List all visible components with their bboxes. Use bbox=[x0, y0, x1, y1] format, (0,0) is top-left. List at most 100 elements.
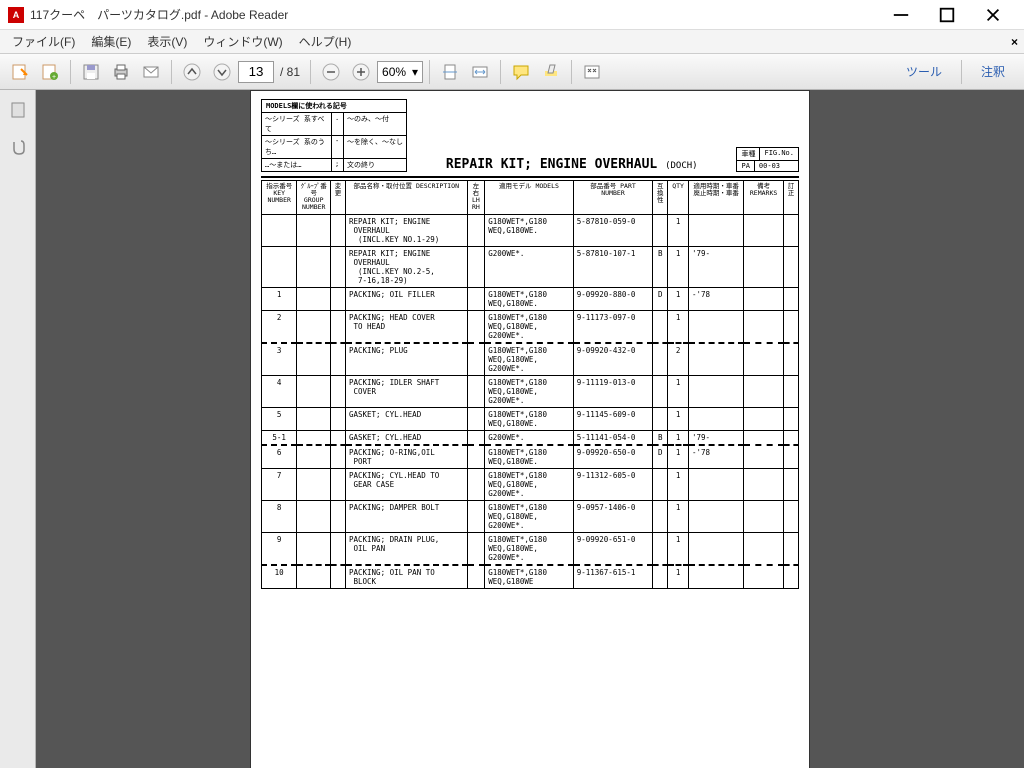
page-down-icon[interactable] bbox=[208, 58, 236, 86]
window-title: 117クーペ パーツカタログ.pdf - Adobe Reader bbox=[30, 6, 878, 23]
email-icon[interactable] bbox=[137, 58, 165, 86]
minimize-button[interactable] bbox=[878, 0, 924, 30]
highlight-icon[interactable] bbox=[537, 58, 565, 86]
cell bbox=[467, 287, 485, 310]
close-button[interactable] bbox=[970, 0, 1016, 30]
cell bbox=[744, 310, 784, 343]
cell: 1 bbox=[262, 287, 297, 310]
th-remarks: 備考 REMARKS bbox=[744, 181, 784, 215]
cell: 8 bbox=[262, 500, 297, 532]
cell: 1 bbox=[668, 375, 689, 407]
cell bbox=[784, 246, 799, 287]
cell bbox=[744, 375, 784, 407]
cell bbox=[467, 468, 485, 500]
zoom-select[interactable]: 60%▾ bbox=[377, 61, 423, 83]
save-icon[interactable] bbox=[77, 58, 105, 86]
table-row: 5-1GASKET; CYL.HEADG200WE*.5-11141-054-0… bbox=[262, 430, 799, 445]
cell bbox=[331, 532, 346, 565]
fit-page-icon[interactable] bbox=[436, 58, 464, 86]
document-area[interactable]: MODELS欄に使われる記号 ～シリーズ 系すべて.～のみ、～付 ～シリーズ 系… bbox=[36, 90, 1024, 768]
cell: PACKING; DAMPER BOLT bbox=[345, 500, 467, 532]
zoom-in-icon[interactable] bbox=[347, 58, 375, 86]
cell bbox=[331, 375, 346, 407]
cell: 5-87810-107-1 bbox=[573, 246, 653, 287]
cell bbox=[784, 310, 799, 343]
cell bbox=[331, 287, 346, 310]
cell bbox=[744, 500, 784, 532]
cell: 9-0957-1406-0 bbox=[573, 500, 653, 532]
cell: D bbox=[653, 445, 668, 469]
cell: 2 bbox=[262, 310, 297, 343]
cell: GASKET; CYL.HEAD bbox=[345, 407, 467, 430]
table-row: REPAIR KIT; ENGINE OVERHAUL (INCL.KEY NO… bbox=[262, 214, 799, 246]
cell bbox=[653, 500, 668, 532]
annotate-button[interactable]: 注釈 bbox=[968, 58, 1018, 85]
page-up-icon[interactable] bbox=[178, 58, 206, 86]
cell bbox=[467, 430, 485, 445]
cell bbox=[784, 430, 799, 445]
zoom-value: 60% bbox=[382, 65, 406, 79]
cell: 9-09920-432-0 bbox=[573, 343, 653, 376]
cell: 1 bbox=[668, 468, 689, 500]
cell bbox=[744, 532, 784, 565]
toolbar: + / 81 60%▾ ツール 注釈 bbox=[0, 54, 1024, 90]
cell bbox=[744, 246, 784, 287]
cell bbox=[744, 430, 784, 445]
create-pdf-icon[interactable]: + bbox=[36, 58, 64, 86]
cell bbox=[653, 468, 668, 500]
cell bbox=[784, 214, 799, 246]
tools-button[interactable]: ツール bbox=[893, 58, 955, 85]
attachments-icon[interactable] bbox=[4, 132, 32, 160]
page-total-label: / 81 bbox=[280, 65, 300, 79]
cell: 7 bbox=[262, 468, 297, 500]
cell bbox=[688, 565, 743, 589]
table-row: 9PACKING; DRAIN PLUG, OIL PANG180WET*,G1… bbox=[262, 532, 799, 565]
cell: PACKING; IDLER SHAFT COVER bbox=[345, 375, 467, 407]
pdf-page: MODELS欄に使われる記号 ～シリーズ 系すべて.～のみ、～付 ～シリーズ 系… bbox=[250, 90, 810, 768]
cell: G180WET*,G180 WEQ,G180WE. bbox=[485, 445, 573, 469]
cell bbox=[688, 532, 743, 565]
cell: 9-11312-605-0 bbox=[573, 468, 653, 500]
cell bbox=[688, 310, 743, 343]
menu-file[interactable]: ファイル(F) bbox=[4, 29, 83, 54]
read-mode-icon[interactable] bbox=[578, 58, 606, 86]
cell bbox=[784, 407, 799, 430]
cell bbox=[297, 375, 331, 407]
cell bbox=[331, 246, 346, 287]
cell bbox=[331, 565, 346, 589]
cell: GASKET; CYL.HEAD bbox=[345, 430, 467, 445]
cell: 9-09920-651-0 bbox=[573, 532, 653, 565]
table-row: REPAIR KIT; ENGINE OVERHAUL (INCL.KEY NO… bbox=[262, 246, 799, 287]
zoom-out-icon[interactable] bbox=[317, 58, 345, 86]
print-icon[interactable] bbox=[107, 58, 135, 86]
menu-close-icon[interactable]: × bbox=[1011, 35, 1018, 49]
maximize-button[interactable] bbox=[924, 0, 970, 30]
cell: G200WE*. bbox=[485, 430, 573, 445]
cell: G180WET*,G180 WEQ,G180WE bbox=[485, 565, 573, 589]
cell bbox=[467, 310, 485, 343]
comment-icon[interactable] bbox=[507, 58, 535, 86]
cell: 9-11145-609-0 bbox=[573, 407, 653, 430]
fit-width-icon[interactable] bbox=[466, 58, 494, 86]
menu-help[interactable]: ヘルプ(H) bbox=[291, 29, 360, 54]
cell: 1 bbox=[668, 407, 689, 430]
table-row: 8PACKING; DAMPER BOLTG180WET*,G180 WEQ,G… bbox=[262, 500, 799, 532]
cell: 3 bbox=[262, 343, 297, 376]
export-pdf-icon[interactable] bbox=[6, 58, 34, 86]
cell: PACKING; CYL.HEAD TO GEAR CASE bbox=[345, 468, 467, 500]
menu-window[interactable]: ウィンドウ(W) bbox=[195, 29, 290, 54]
menu-edit[interactable]: 編集(E) bbox=[83, 29, 139, 54]
cell bbox=[688, 500, 743, 532]
menu-view[interactable]: 表示(V) bbox=[139, 29, 195, 54]
th-desc: 部品名称・取付位置 DESCRIPTION bbox=[345, 181, 467, 215]
page-number-input[interactable] bbox=[238, 61, 274, 83]
cell bbox=[653, 532, 668, 565]
cell bbox=[297, 565, 331, 589]
cell bbox=[297, 532, 331, 565]
cell bbox=[467, 343, 485, 376]
thumbnails-icon[interactable] bbox=[4, 96, 32, 124]
cell bbox=[297, 430, 331, 445]
cell bbox=[653, 407, 668, 430]
cell: '79- bbox=[688, 246, 743, 287]
cell bbox=[688, 375, 743, 407]
